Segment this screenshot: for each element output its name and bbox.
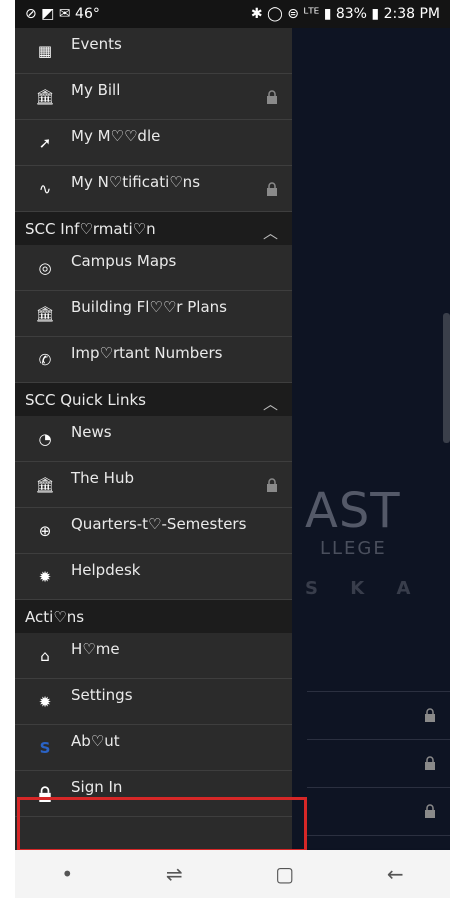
- background-scroll-handle[interactable]: [443, 313, 450, 443]
- menu-item-label: Quarters-t♡-Semesters: [71, 514, 247, 533]
- menu-item-label: The Hub: [71, 468, 134, 487]
- status-bar: ⊘ ◩ ✉ 46° ✱ ◯ ⊜ ᴸᵀᴱ ▮ 83% ▮ 2:38 PM: [15, 0, 450, 28]
- s-logo-icon: S: [39, 738, 51, 757]
- lock-icon: [424, 755, 436, 774]
- menu-item-label: Imp♡rtant Numbers: [71, 343, 223, 362]
- menu-item-label: News: [71, 422, 112, 441]
- recent-apps-icon[interactable]: ⇌: [166, 862, 183, 886]
- home-icon: ⌂: [40, 646, 50, 665]
- menu-item-campus-maps[interactable]: ◎ Campus Maps: [15, 245, 292, 291]
- chevron-up-icon: ︿: [262, 395, 278, 413]
- phone-screen: ⊘ ◩ ✉ 46° ✱ ◯ ⊜ ᴸᵀᴱ ▮ 83% ▮ 2:38 PM AST …: [15, 0, 450, 898]
- dot-icon[interactable]: •: [61, 862, 73, 886]
- navigation-drawer: ▦ Events 🏛 My Bill ➚ My M♡♡dle ∿ My N♡ti…: [15, 28, 292, 850]
- globe-icon: ⊕: [38, 521, 52, 540]
- compass-icon: ◎: [38, 258, 52, 277]
- gear-icon: ✹: [38, 692, 52, 711]
- menu-item-label: Building Fl♡♡r Plans: [71, 297, 227, 316]
- back-icon[interactable]: ←: [387, 862, 404, 886]
- background-row[interactable]: [307, 691, 450, 739]
- section-title: SCC Inf♡rmati♡n: [25, 219, 156, 238]
- background-subtitle-2: S K A: [305, 578, 424, 599]
- home-button-icon[interactable]: ▢: [275, 862, 294, 886]
- menu-item-label: Campus Maps: [71, 251, 177, 270]
- rocket-icon: ➚: [38, 133, 52, 152]
- menu-item-my-moodle[interactable]: ➚ My M♡♡dle: [15, 120, 292, 166]
- building-icon: 🏛: [35, 475, 55, 494]
- menu-item-label: Ab♡ut: [71, 731, 120, 750]
- section-scc-information[interactable]: SCC Inf♡rmati♡n ︿: [15, 212, 292, 245]
- section-title: Acti♡ns: [25, 607, 85, 626]
- menu-item-settings[interactable]: ✹ Settings: [15, 679, 292, 725]
- bank-icon: 🏛: [35, 87, 55, 106]
- gear-icon: ✹: [38, 567, 52, 586]
- lock-icon: [424, 707, 436, 726]
- rss-icon: ◔: [38, 429, 52, 448]
- menu-item-about[interactable]: S Ab♡ut: [15, 725, 292, 771]
- menu-item-label: My N♡tificati♡ns: [71, 172, 201, 191]
- menu-item-the-hub[interactable]: 🏛 The Hub: [15, 462, 292, 508]
- pulse-icon: ∿: [38, 179, 52, 198]
- menu-item-quarters-to-semesters[interactable]: ⊕ Quarters-t♡-Semesters: [15, 508, 292, 554]
- menu-item-events[interactable]: ▦ Events: [15, 28, 292, 74]
- menu-item-label: My Bill: [71, 80, 121, 99]
- menu-item-label: Helpdesk: [71, 560, 141, 579]
- menu-item-building-floor-plans[interactable]: 🏛 Building Fl♡♡r Plans: [15, 291, 292, 337]
- sign-in-highlight: [17, 797, 307, 852]
- section-actions: Acti♡ns: [15, 600, 292, 633]
- background-row[interactable]: [307, 739, 450, 787]
- menu-item-home[interactable]: ⌂ H♡me: [15, 633, 292, 679]
- calendar-icon: ▦: [37, 41, 53, 60]
- menu-item-news[interactable]: ◔ News: [15, 416, 292, 462]
- android-nav-bar: • ⇌ ▢ ←: [15, 850, 450, 898]
- section-title: SCC Quick Links: [25, 390, 146, 409]
- background-logo-text: AST: [305, 483, 401, 539]
- menu-item-my-notifications[interactable]: ∿ My N♡tificati♡ns: [15, 166, 292, 212]
- lock-icon: [424, 803, 436, 822]
- menu-item-important-numbers[interactable]: ✆ Imp♡rtant Numbers: [15, 337, 292, 383]
- background-subtitle-1: LLEGE: [320, 538, 387, 559]
- lock-icon: [266, 182, 278, 200]
- building-icon: 🏛: [35, 304, 55, 323]
- menu-item-label: My M♡♡dle: [71, 126, 161, 145]
- status-left: ⊘ ◩ ✉ 46°: [25, 6, 100, 22]
- section-scc-quick-links[interactable]: SCC Quick Links ︿: [15, 383, 292, 416]
- status-right: ✱ ◯ ⊜ ᴸᵀᴱ ▮ 83% ▮ 2:38 PM: [250, 6, 440, 22]
- menu-item-label: Events: [71, 34, 122, 53]
- background-row[interactable]: [307, 787, 450, 835]
- phone-icon: ✆: [38, 350, 52, 369]
- chevron-up-icon: ︿: [262, 224, 278, 242]
- menu-item-label: Sign In: [71, 777, 123, 796]
- lock-icon: [266, 90, 278, 108]
- menu-item-my-bill[interactable]: 🏛 My Bill: [15, 74, 292, 120]
- lock-icon: [266, 478, 278, 496]
- menu-item-label: H♡me: [71, 639, 120, 658]
- menu-item-helpdesk[interactable]: ✹ Helpdesk: [15, 554, 292, 600]
- menu-item-label: Settings: [71, 685, 133, 704]
